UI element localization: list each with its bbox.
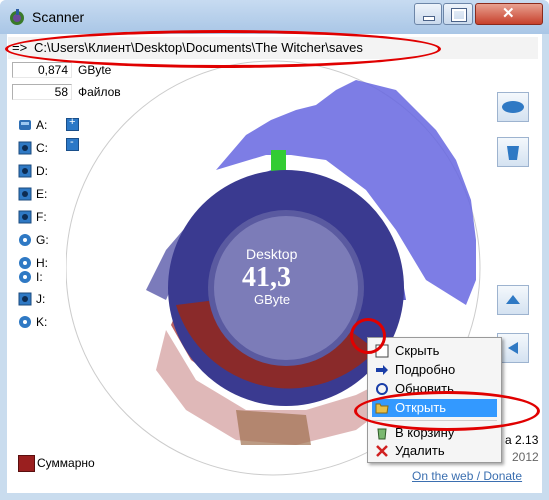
path-annotation-oval: [5, 30, 441, 68]
refresh-icon: [376, 383, 388, 395]
drive-label: D:: [36, 164, 48, 178]
up-arrow-icon: [506, 295, 520, 304]
title-bar: Scanner ✕: [0, 0, 549, 34]
floppy-drive-icon: [19, 120, 31, 130]
close-icon: ✕: [502, 5, 515, 22]
maximize-button[interactable]: [443, 3, 473, 25]
web-donate-link[interactable]: On the web / Donate: [412, 469, 522, 483]
files-count: 58: [12, 84, 72, 100]
drive-label: H:: [36, 256, 48, 270]
menu-label: Удалить: [395, 443, 445, 458]
center-label: Desktop: [246, 246, 298, 262]
minimize-icon: [423, 16, 435, 21]
menu-item-hide[interactable]: Скрыть: [372, 342, 497, 360]
drive-label: J:: [36, 292, 46, 306]
up-button[interactable]: [497, 285, 529, 315]
drive-label: K:: [36, 315, 48, 329]
drive-label: I:: [36, 270, 43, 284]
window-title: Scanner: [32, 9, 85, 25]
cd-drive-icon: [19, 234, 31, 246]
size-value: 0,874: [12, 62, 72, 78]
cd-drive-icon: [19, 271, 31, 283]
recycle-bin-icon: [377, 428, 387, 440]
scanner-app-icon: [10, 9, 24, 25]
delete-x-icon: [376, 445, 388, 457]
version-text: а 2.13: [505, 433, 539, 447]
hard-drive-icon: [18, 164, 32, 178]
menu-item-details[interactable]: Подробно: [372, 361, 497, 379]
menu-item-delete[interactable]: Удалить: [372, 442, 497, 460]
recycle-button[interactable]: [497, 137, 529, 167]
drive-label: F:: [36, 210, 47, 224]
arrow-right-icon: [376, 365, 388, 375]
hard-drive-icon: [18, 292, 32, 306]
drive-label: C:: [36, 141, 48, 155]
legend-label: Суммарно: [37, 456, 95, 470]
scan-button[interactable]: [497, 92, 529, 122]
cd-drive-icon: [19, 316, 31, 328]
cd-drive-icon: [19, 257, 31, 269]
center-value: 41,3: [242, 262, 291, 293]
minimize-button[interactable]: [414, 3, 442, 25]
hard-drive-icon: [18, 187, 32, 201]
bin-icon: [507, 146, 519, 160]
drive-label: A:: [36, 118, 48, 132]
left-arrow-icon: [508, 342, 518, 354]
menu-annotation-oval: [354, 391, 540, 431]
close-button[interactable]: ✕: [475, 3, 543, 25]
disk-icon: [502, 101, 524, 113]
maximize-icon: [451, 8, 467, 22]
chart-annotation-circle: [350, 318, 386, 354]
brown-lower-segment[interactable]: [236, 410, 311, 445]
drive-label: G:: [36, 233, 49, 247]
drive-label: E:: [36, 187, 48, 201]
center-unit: GByte: [254, 292, 291, 307]
legend-swatch: [18, 455, 35, 472]
version-year: 2012: [512, 450, 539, 464]
scanner-window: Scanner ✕ => C:\Users\Клиент\Desktop\Doc…: [0, 0, 549, 500]
menu-label: Скрыть: [395, 343, 440, 358]
hard-drive-icon: [18, 210, 32, 224]
hard-drive-icon: [18, 141, 32, 155]
menu-label: Подробно: [395, 362, 456, 377]
